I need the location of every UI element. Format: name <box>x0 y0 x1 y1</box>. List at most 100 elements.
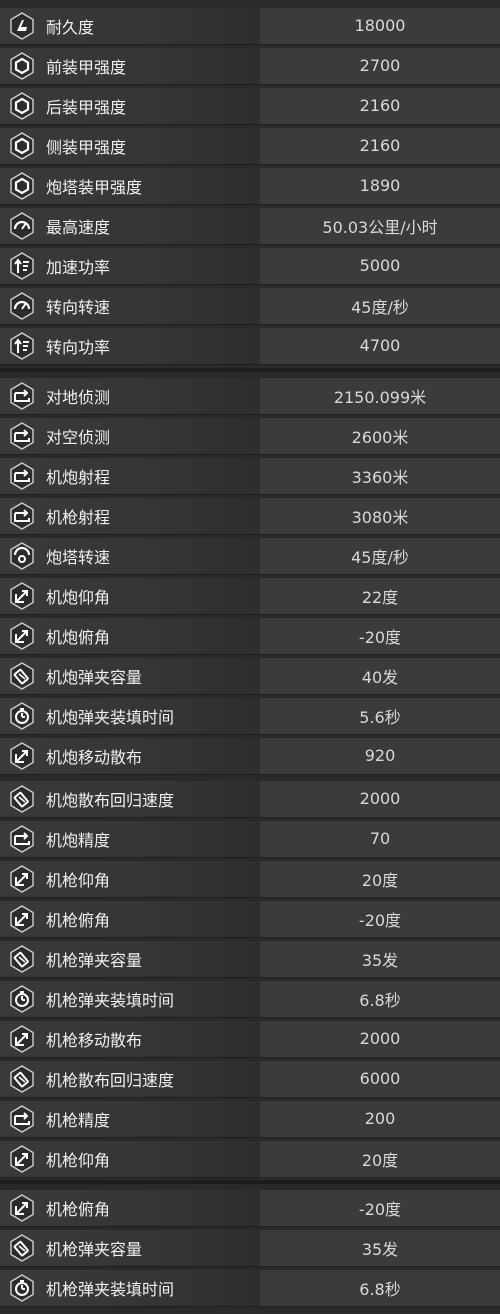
stat-label: 炮塔转速 <box>46 547 111 567</box>
stat-label: 机炮弹夹装填时间 <box>46 707 175 727</box>
stat-label: 机炮移动散布 <box>46 747 143 767</box>
speedometer-icon <box>8 291 36 320</box>
stat-row: 耐久度 18000 <box>0 7 500 45</box>
magazine-icon <box>8 1064 36 1093</box>
stat-label-cell: 机枪射程 <box>0 497 260 535</box>
stat-label: 机枪俯角 <box>46 910 111 930</box>
reload-timer-icon <box>8 984 36 1013</box>
stat-row: 机炮仰角 22度 <box>0 577 500 615</box>
stat-label-cell: 机炮仰角 <box>0 577 260 615</box>
stat-label: 机枪俯角 <box>46 1199 111 1219</box>
section-divider <box>0 1180 500 1184</box>
stat-label-cell: 机枪弹夹容量 <box>0 1229 260 1267</box>
stat-row: 机枪移动散布 2000 <box>0 1020 500 1058</box>
stat-row: 对地侦测 2150.099米 <box>0 377 500 415</box>
stat-label-cell: 机炮射程 <box>0 457 260 495</box>
stat-label: 机枪射程 <box>46 507 111 527</box>
stat-row: 机炮射程 3360米 <box>0 457 500 495</box>
stat-label-cell: 后装甲强度 <box>0 87 260 125</box>
stat-row: 最高速度 50.03公里/小时 <box>0 207 500 245</box>
stat-row: 机炮弹夹容量 40发 <box>0 657 500 695</box>
stat-label-cell: 耐久度 <box>0 7 260 45</box>
stat-label: 机枪散布回归速度 <box>46 1070 175 1090</box>
stat-value: 40发 <box>260 657 500 695</box>
stat-label: 前装甲强度 <box>46 57 127 77</box>
magazine-icon <box>8 944 36 973</box>
speedometer-icon <box>8 211 36 240</box>
stat-value: 200 <box>260 1100 500 1138</box>
stat-row: 机炮散布回归速度 2000 <box>0 780 500 818</box>
stat-row: 炮塔转速 45度/秒 <box>0 537 500 575</box>
stat-value: 6.8秒 <box>260 1269 500 1307</box>
elevation-icon <box>8 864 36 893</box>
stat-label: 最高速度 <box>46 217 111 237</box>
stat-label-cell: 对地侦测 <box>0 377 260 415</box>
stat-label-cell: 机炮移动散布 <box>0 737 260 775</box>
elevation-icon <box>8 1024 36 1053</box>
stat-label: 机枪仰角 <box>46 870 111 890</box>
stat-row: 机枪仰角 20度 <box>0 1140 500 1178</box>
stat-label-cell: 最高速度 <box>0 207 260 245</box>
reload-timer-icon <box>8 701 36 730</box>
stat-value: 45度/秒 <box>260 287 500 325</box>
stat-label-cell: 机枪弹夹装填时间 <box>0 1269 260 1307</box>
stat-value: 5000 <box>260 247 500 285</box>
section-divider <box>0 368 500 372</box>
stat-value: 2000 <box>260 1020 500 1058</box>
stat-label: 炮塔装甲强度 <box>46 177 143 197</box>
stat-row: 机枪精度 200 <box>0 1100 500 1138</box>
range-icon <box>8 461 36 490</box>
stat-value: 6000 <box>260 1060 500 1098</box>
stat-label-cell: 机枪散布回归速度 <box>0 1060 260 1098</box>
stat-row: 机枪弹夹容量 35发 <box>0 940 500 978</box>
stat-label: 转向功率 <box>46 337 111 357</box>
stat-row: 侧装甲强度 2160 <box>0 127 500 165</box>
stat-label-cell: 侧装甲强度 <box>0 127 260 165</box>
elevation-icon <box>8 621 36 650</box>
stat-label-cell: 机枪弹夹装填时间 <box>0 980 260 1018</box>
stat-label-cell: 机枪仰角 <box>0 860 260 898</box>
stat-label-cell: 机枪弹夹容量 <box>0 940 260 978</box>
range-icon <box>8 381 36 410</box>
stat-value: 35发 <box>260 1229 500 1267</box>
elevation-icon <box>8 581 36 610</box>
stat-value: 70 <box>260 820 500 858</box>
stat-value: 50.03公里/小时 <box>260 207 500 245</box>
stat-label: 机枪移动散布 <box>46 1030 143 1050</box>
stat-value: 4700 <box>260 327 500 365</box>
stat-label: 机炮散布回归速度 <box>46 790 175 810</box>
stat-value: 20度 <box>260 1140 500 1178</box>
stat-value: 22度 <box>260 577 500 615</box>
stat-label-cell: 炮塔装甲强度 <box>0 167 260 205</box>
stat-label-cell: 机枪移动散布 <box>0 1020 260 1058</box>
range-icon <box>8 421 36 450</box>
stat-row: 转向功率 4700 <box>0 327 500 365</box>
stat-label: 机炮精度 <box>46 830 111 850</box>
stat-row: 前装甲强度 2700 <box>0 47 500 85</box>
stat-value: -20度 <box>260 900 500 938</box>
stat-label: 机炮射程 <box>46 467 111 487</box>
range-icon <box>8 824 36 853</box>
stat-value: 3360米 <box>260 457 500 495</box>
stat-label-cell: 加速功率 <box>0 247 260 285</box>
stat-label: 机枪精度 <box>46 1110 111 1130</box>
stat-row: 炮塔装甲强度 1890 <box>0 167 500 205</box>
elevation-icon <box>8 904 36 933</box>
reload-timer-icon <box>8 1273 36 1302</box>
stat-row: 机枪俯角 -20度 <box>0 1189 500 1227</box>
stat-value: 2000 <box>260 780 500 818</box>
stat-row: 加速功率 5000 <box>0 247 500 285</box>
stat-row: 机枪散布回归速度 6000 <box>0 1060 500 1098</box>
range-icon <box>8 501 36 530</box>
stat-label-cell: 机枪仰角 <box>0 1140 260 1178</box>
stat-row: 机炮俯角 -20度 <box>0 617 500 655</box>
stat-label-cell: 转向功率 <box>0 327 260 365</box>
elevation-icon <box>8 1144 36 1173</box>
stat-label: 机炮弹夹容量 <box>46 667 143 687</box>
stat-row: 转向转速 45度/秒 <box>0 287 500 325</box>
stat-label: 对空侦测 <box>46 427 111 447</box>
stat-value: 2150.099米 <box>260 377 500 415</box>
stat-label-cell: 机炮弹夹装填时间 <box>0 697 260 735</box>
turret-speed-icon <box>8 541 36 570</box>
stat-label-cell: 机炮俯角 <box>0 617 260 655</box>
